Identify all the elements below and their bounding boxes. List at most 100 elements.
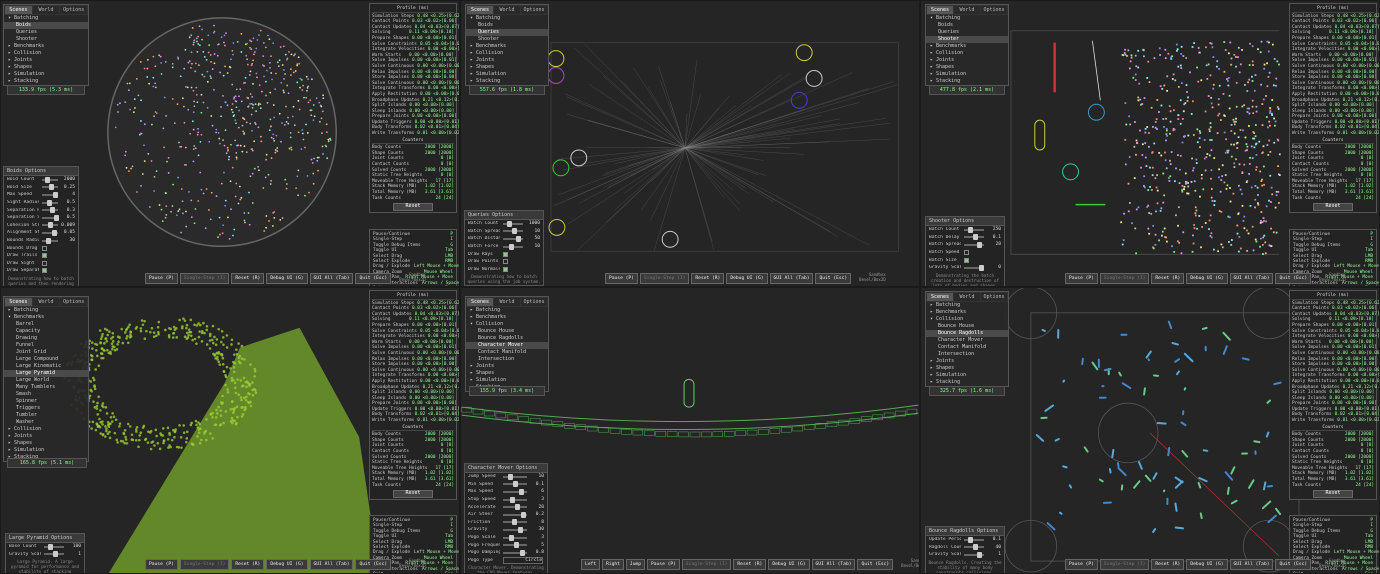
tree-contact-manifold[interactable]: Contact Manifold bbox=[926, 344, 1008, 351]
slider-knob[interactable] bbox=[48, 184, 54, 191]
tree-benchmark-item[interactable]: Smash bbox=[4, 391, 88, 398]
tree-simulation[interactable]: ▸ Simulation bbox=[926, 372, 1008, 379]
slider-knob[interactable] bbox=[518, 488, 524, 495]
tree-simulation[interactable]: ▸ Simulation bbox=[466, 71, 548, 78]
option-slider[interactable] bbox=[964, 241, 984, 248]
option-slider[interactable] bbox=[42, 214, 59, 221]
option-slider[interactable] bbox=[503, 504, 527, 511]
tab-options[interactable]: Options bbox=[521, 6, 547, 14]
slider-knob[interactable] bbox=[54, 214, 59, 221]
slider-knob[interactable] bbox=[509, 496, 515, 503]
option-checkbox[interactable] bbox=[42, 245, 47, 251]
tree-joints[interactable]: ▸ Joints bbox=[4, 433, 88, 440]
tree-collision[interactable]: ▸ Collision bbox=[4, 426, 88, 433]
tree-bounce-house[interactable]: Bounce House bbox=[926, 323, 1008, 330]
pause-button[interactable]: Pause (P) bbox=[647, 559, 680, 570]
tree-joints[interactable]: ▸ Joints bbox=[926, 358, 1008, 365]
tree-joints[interactable]: ▸ Joints bbox=[926, 57, 1008, 64]
tree-benchmark-item[interactable]: Joint Grid bbox=[4, 349, 88, 356]
single-button[interactable]: Single-Step (I) bbox=[639, 273, 690, 284]
single-button[interactable]: Single-Step (I) bbox=[681, 559, 732, 570]
option-slider[interactable] bbox=[964, 264, 984, 271]
tree-boids[interactable]: Boids bbox=[926, 22, 1008, 29]
tree-collision[interactable]: ▾ Collision bbox=[926, 316, 1008, 323]
tree-benchmark-item[interactable]: Washer bbox=[4, 419, 88, 426]
tree-boids[interactable]: Boids bbox=[4, 22, 88, 29]
single-button[interactable]: Single-Step (I) bbox=[1099, 273, 1150, 284]
tree-joints[interactable]: ▸ Joints bbox=[466, 363, 548, 370]
tree-benchmark-item[interactable]: Large World bbox=[4, 377, 88, 384]
slider-knob[interactable] bbox=[45, 237, 51, 244]
slider-knob[interactable] bbox=[511, 228, 517, 235]
slider-knob[interactable] bbox=[51, 229, 57, 236]
reset-button[interactable]: Reset (R) bbox=[231, 559, 265, 570]
option-slider[interactable] bbox=[42, 184, 58, 191]
reset-counters-button[interactable]: Reset bbox=[1313, 203, 1353, 211]
tab-scenes[interactable]: Scenes bbox=[467, 298, 493, 306]
tree-shooter[interactable]: Shooter bbox=[4, 36, 88, 43]
option-slider[interactable] bbox=[964, 551, 984, 558]
tree-benchmarks[interactable]: ▸ Benchmarks bbox=[466, 314, 548, 321]
slider-knob[interactable] bbox=[512, 519, 518, 526]
tree-intersection[interactable]: Intersection bbox=[466, 356, 548, 363]
option-slider[interactable] bbox=[42, 191, 58, 198]
tab-world[interactable]: World bbox=[954, 293, 980, 301]
tab-world[interactable]: World bbox=[32, 6, 60, 14]
slider-knob[interactable] bbox=[972, 544, 978, 551]
option-slider[interactable] bbox=[964, 234, 984, 241]
tab-scenes[interactable]: Scenes bbox=[927, 293, 953, 301]
tab-scenes[interactable]: Scenes bbox=[5, 298, 32, 306]
tree-queries[interactable]: Queries bbox=[466, 29, 548, 36]
option-slider[interactable] bbox=[503, 534, 527, 541]
tree-shapes[interactable]: ▸ Shapes bbox=[4, 64, 88, 71]
quit-button[interactable]: Quit (Esc) bbox=[1275, 273, 1312, 284]
slider-knob[interactable] bbox=[45, 176, 51, 183]
option-slider[interactable] bbox=[503, 228, 523, 235]
gui-button[interactable]: GUI All (Tab) bbox=[769, 273, 814, 284]
tree-collision[interactable]: ▸ Collision bbox=[4, 50, 88, 57]
tree-shooter[interactable]: Shooter bbox=[466, 36, 548, 43]
option-slider[interactable] bbox=[42, 199, 58, 206]
tree-benchmarks[interactable]: ▸ Benchmarks bbox=[466, 43, 548, 50]
tree-shapes[interactable]: ▸ Shapes bbox=[466, 64, 548, 71]
tree-batching[interactable]: ▾ Batching bbox=[926, 15, 1008, 22]
option-checkbox[interactable] bbox=[42, 253, 47, 259]
tree-benchmarks[interactable]: ▸ Benchmarks bbox=[4, 43, 88, 50]
debug-button[interactable]: Debug UI (G) bbox=[1186, 559, 1228, 570]
slider-knob[interactable] bbox=[48, 543, 53, 550]
tree-stacking[interactable]: ▸ Stacking bbox=[926, 379, 1008, 386]
tab-scenes[interactable]: Scenes bbox=[5, 6, 32, 14]
tree-simulation[interactable]: ▸ Simulation bbox=[466, 377, 548, 384]
option-slider[interactable] bbox=[503, 488, 527, 495]
slider-knob[interactable] bbox=[507, 220, 512, 227]
tree-collision[interactable]: ▸ Collision bbox=[466, 50, 548, 57]
slider-knob[interactable] bbox=[968, 226, 973, 233]
pause-button[interactable]: Pause (P) bbox=[605, 273, 638, 284]
slider-knob[interactable] bbox=[50, 207, 56, 214]
tab-world[interactable]: World bbox=[954, 6, 980, 14]
tree-benchmark-item[interactable]: Drawing bbox=[4, 335, 88, 342]
tree-character-mover[interactable]: Character Mover bbox=[466, 342, 548, 349]
tree-benchmarks[interactable]: ▾ Benchmarks bbox=[4, 314, 88, 321]
slider-knob[interactable] bbox=[517, 526, 523, 533]
tree-bounce-house[interactable]: Bounce House bbox=[466, 328, 548, 335]
reset-button[interactable]: Reset (R) bbox=[733, 559, 767, 570]
reset-counters-button[interactable]: Reset bbox=[393, 203, 433, 211]
tree-benchmark-item[interactable]: Large Kinematic bbox=[4, 363, 88, 370]
debug-button[interactable]: Debug UI (G) bbox=[726, 273, 768, 284]
tab-options[interactable]: Options bbox=[521, 298, 547, 306]
tree-character-mover[interactable]: Character Mover bbox=[926, 337, 1008, 344]
debug-button[interactable]: Debug UI (G) bbox=[1186, 273, 1228, 284]
option-slider[interactable] bbox=[503, 220, 523, 227]
option-slider[interactable] bbox=[503, 526, 527, 533]
option-slider[interactable] bbox=[503, 496, 527, 503]
option-slider[interactable] bbox=[42, 229, 58, 236]
pogo-type-select[interactable]: Circle bbox=[503, 556, 543, 564]
single-button[interactable]: Single-Step (I) bbox=[179, 273, 230, 284]
tree-queries[interactable]: Queries bbox=[4, 29, 88, 36]
option-slider[interactable] bbox=[44, 551, 64, 558]
tree-stacking[interactable]: ▸ Stacking bbox=[4, 78, 88, 85]
option-slider[interactable] bbox=[964, 536, 984, 543]
tree-shapes[interactable]: ▸ Shapes bbox=[4, 440, 88, 447]
debug-button[interactable]: Debug UI (G) bbox=[768, 559, 810, 570]
